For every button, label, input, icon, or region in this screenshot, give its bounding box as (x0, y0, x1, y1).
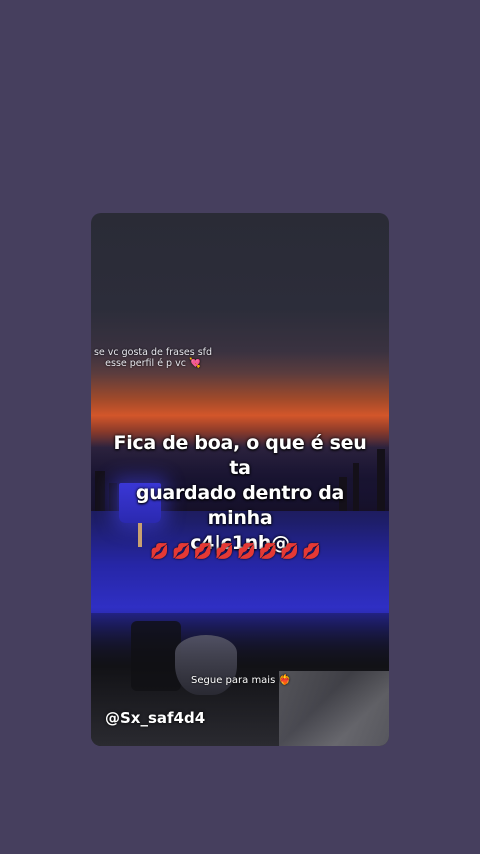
follow-prompt: Segue para mais ❤️‍🔥 (141, 675, 341, 686)
quote-text: Fica de boa, o que é seu ta guardado den… (111, 431, 369, 556)
heart-arrow-icon: 💘 (188, 358, 201, 369)
caption-line-2: esse perfil é p vc (105, 358, 186, 369)
lips-emoji-row: 💋💋💋💋💋💋💋💋 (150, 542, 324, 560)
quote-line-1: Fica de boa, o que é seu ta (113, 432, 367, 479)
user-handle[interactable]: @Sx_saf4d4 (105, 709, 205, 727)
caption-line-1: se vc gosta de frases sfd (93, 347, 213, 358)
bowl-image (175, 635, 237, 695)
top-caption: se vc gosta de frases sfd esse perfil é … (91, 347, 215, 369)
quote-line-2: guardado dentro da minha (135, 482, 345, 529)
story-card[interactable]: se vc gosta de frases sfd esse perfil é … (91, 213, 389, 746)
heart-fire-icon: ❤️‍🔥 (278, 675, 291, 686)
follow-text: Segue para mais (191, 675, 276, 686)
